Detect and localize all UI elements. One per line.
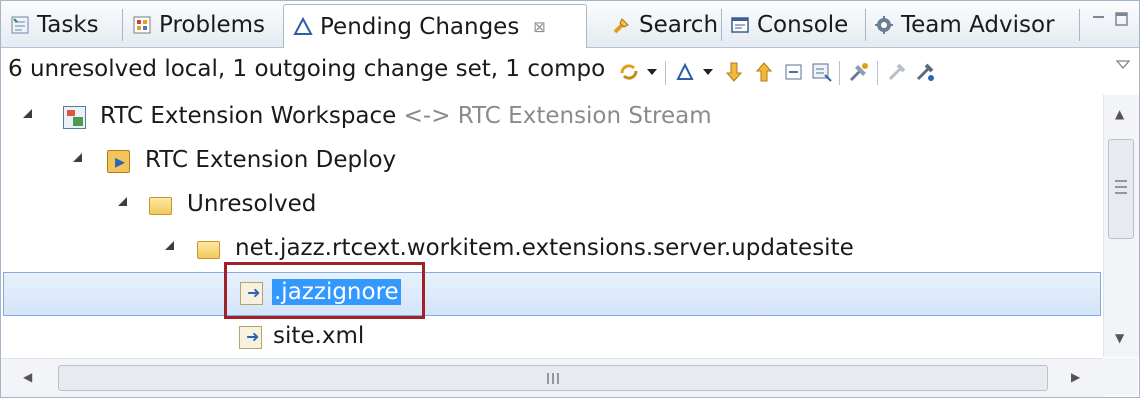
workspace-label: RTC Extension Workspace xyxy=(100,103,397,129)
view-menu-icon[interactable] xyxy=(1115,52,1131,78)
vertical-scrollbar[interactable]: ▲ ▼ xyxy=(1103,95,1139,357)
workspace-icon xyxy=(63,106,86,129)
tree-row-site-xml[interactable]: site.xml xyxy=(3,316,1101,357)
component-label: RTC Extension Deploy xyxy=(145,147,397,173)
tab-label: Console xyxy=(757,12,849,38)
expanded-twisty-icon[interactable] xyxy=(165,241,174,250)
console-icon xyxy=(729,15,750,36)
tab-pending-changes[interactable]: Pending Changes ⊠ xyxy=(283,4,587,48)
pending-changes-summary: 6 unresolved local, 1 outgoing change se… xyxy=(8,56,606,82)
grip-line xyxy=(1115,186,1127,188)
grip-line xyxy=(557,373,559,384)
pending-changes-view: Tasks Problems Pending Changes ⊠ Search xyxy=(0,0,1140,398)
grip-line xyxy=(1115,180,1127,182)
maximize-icon[interactable] xyxy=(1115,11,1129,31)
problems-icon xyxy=(131,15,152,36)
tab-divider xyxy=(1079,9,1080,41)
tree-row-folder[interactable]: net.jazz.rtcext.workitem.extensions.serv… xyxy=(3,228,1101,272)
toolbar-divider xyxy=(877,61,878,85)
folder-icon xyxy=(149,197,172,215)
close-icon[interactable]: ⊠ xyxy=(533,18,546,36)
chevron-down-icon[interactable] xyxy=(701,59,715,85)
horizontal-scroll-thumb[interactable] xyxy=(58,365,1048,391)
scroll-down-icon[interactable]: ▼ xyxy=(1115,331,1124,345)
toolbar-divider xyxy=(839,61,840,85)
tab-console[interactable]: Console xyxy=(721,5,848,45)
synchronize-icon[interactable] xyxy=(617,59,641,85)
tab-search[interactable]: Search xyxy=(603,5,718,45)
tree-row-unresolved[interactable]: Unresolved xyxy=(3,184,1101,228)
file-outgoing-icon xyxy=(240,282,263,305)
workspace-stream-label: <-> RTC Extension Stream xyxy=(403,103,712,129)
scrollbar-corner xyxy=(1103,358,1138,396)
file-label: site.xml xyxy=(273,323,365,349)
tab-label: Problems xyxy=(159,12,266,38)
chevron-down-icon[interactable] xyxy=(645,59,659,85)
file-label: .jazzignore xyxy=(272,279,401,305)
grip-line xyxy=(552,373,554,384)
pending-changes-tree: RTC Extension Workspace <-> RTC Extensio… xyxy=(3,95,1101,357)
scroll-up-icon[interactable]: ▲ xyxy=(1115,107,1124,121)
delta-icon[interactable] xyxy=(673,59,697,85)
tab-label: Tasks xyxy=(37,12,99,38)
expand-all-icon[interactable] xyxy=(811,59,833,85)
team-advisor-icon xyxy=(873,15,894,36)
tools-icon[interactable] xyxy=(913,59,937,85)
expanded-twisty-icon[interactable] xyxy=(23,109,32,118)
delta-icon xyxy=(292,16,313,37)
view-toolbar: 6 unresolved local, 1 outgoing change se… xyxy=(1,48,1139,94)
expanded-twisty-icon[interactable] xyxy=(118,197,127,206)
folder-label: net.jazz.rtcext.workitem.extensions.serv… xyxy=(235,235,854,261)
component-icon xyxy=(107,149,130,173)
tree-row-component[interactable]: RTC Extension Deploy xyxy=(3,140,1101,184)
folder-icon xyxy=(197,241,220,259)
tree-row-jazzignore[interactable]: .jazzignore xyxy=(3,272,1101,316)
tools-disabled-icon[interactable] xyxy=(885,59,909,85)
expanded-twisty-icon[interactable] xyxy=(73,153,82,162)
tab-tasks[interactable]: Tasks xyxy=(1,5,99,45)
tab-label: Pending Changes xyxy=(320,13,520,40)
tab-problems[interactable]: Problems xyxy=(123,5,265,45)
team-build-icon[interactable] xyxy=(847,59,871,85)
file-outgoing-icon xyxy=(239,326,262,349)
tree-row-workspace[interactable]: RTC Extension Workspace <-> RTC Extensio… xyxy=(3,96,1101,140)
tasks-icon xyxy=(9,15,30,36)
view-tab-bar: Tasks Problems Pending Changes ⊠ Search xyxy=(1,1,1139,48)
horizontal-scrollbar[interactable]: ◀ ▶ xyxy=(1,358,1103,397)
search-flashlight-icon xyxy=(611,15,632,36)
minimize-icon[interactable] xyxy=(1092,11,1106,30)
tab-team-advisor[interactable]: Team Advisor xyxy=(865,5,1055,45)
toolbar-divider xyxy=(665,61,666,85)
deliver-arrow-icon[interactable] xyxy=(753,59,775,85)
check-in-arrow-icon[interactable] xyxy=(723,59,745,85)
grip-line xyxy=(1115,192,1127,194)
tab-label: Team Advisor xyxy=(901,12,1055,38)
scroll-right-icon[interactable]: ▶ xyxy=(1071,370,1080,384)
scroll-left-icon[interactable]: ◀ xyxy=(23,370,32,384)
vertical-scroll-thumb[interactable] xyxy=(1108,139,1134,239)
unresolved-label: Unresolved xyxy=(187,191,317,217)
grip-line xyxy=(547,373,549,384)
collapse-all-icon[interactable] xyxy=(783,59,805,85)
tab-label: Search xyxy=(639,12,719,38)
